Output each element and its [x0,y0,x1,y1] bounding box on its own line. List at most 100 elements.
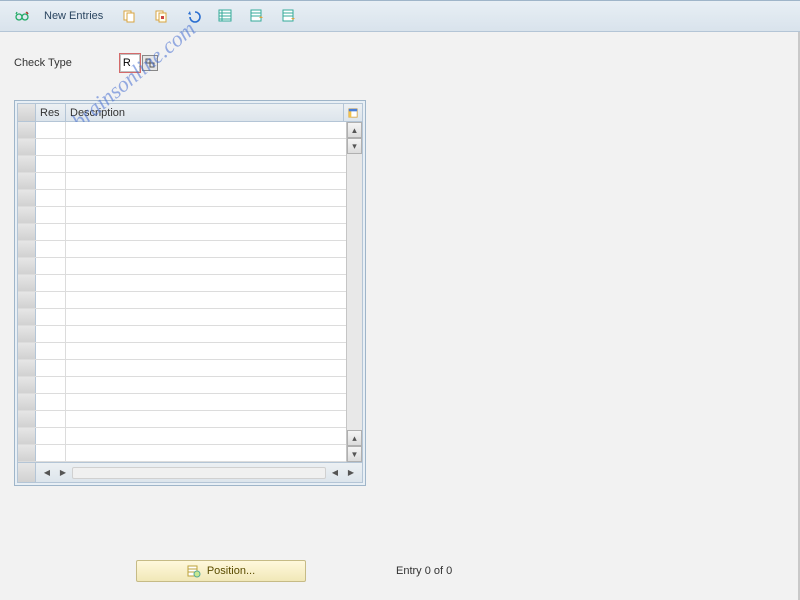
select-block-button[interactable] [277,5,301,27]
row-selector[interactable] [18,292,36,308]
table-row [18,292,346,309]
cell-description[interactable] [66,275,346,291]
cell-description[interactable] [66,394,346,410]
table-control: Res Description ▲ ▾ ▴ ▼ ◀ [14,100,366,486]
scroll-down-step-button[interactable]: ▴ [347,430,362,446]
position-button[interactable]: Position... [136,560,306,582]
column-description[interactable]: Description [66,104,344,121]
cell-description[interactable] [66,190,346,206]
row-selector[interactable] [18,241,36,257]
row-selector[interactable] [18,326,36,342]
copy-button[interactable] [117,5,141,27]
row-selector[interactable] [18,377,36,393]
cell-res[interactable] [36,309,66,325]
cell-res[interactable] [36,292,66,308]
cell-description[interactable] [66,326,346,342]
cell-description[interactable] [66,258,346,274]
copy-icon [121,8,137,24]
cell-description[interactable] [66,377,346,393]
hscroll-track[interactable] [72,467,326,479]
cell-res[interactable] [36,156,66,172]
row-selector[interactable] [18,122,36,138]
undo-button[interactable] [181,5,205,27]
cell-res[interactable] [36,445,66,461]
cell-res[interactable] [36,139,66,155]
row-selector[interactable] [18,343,36,359]
row-selector[interactable] [18,190,36,206]
cell-res[interactable] [36,207,66,223]
cell-description[interactable] [66,343,346,359]
content-area: sapbrainsonline.com Check Type Res Descr… [0,32,800,600]
cell-description[interactable] [66,309,346,325]
cell-res[interactable] [36,224,66,240]
row-selector[interactable] [18,428,36,444]
cell-description[interactable] [66,292,346,308]
deselect-all-button[interactable] [245,5,269,27]
scroll-up-button[interactable]: ▲ [347,122,362,138]
table-row [18,190,346,207]
cell-res[interactable] [36,258,66,274]
table-settings-button[interactable] [344,104,362,121]
new-entries-button[interactable]: New Entries [44,10,103,22]
position-icon [187,564,201,578]
cell-res[interactable] [36,377,66,393]
row-selector[interactable] [18,360,36,376]
row-selector[interactable] [18,394,36,410]
cell-res[interactable] [36,275,66,291]
table-row [18,173,346,190]
cell-description[interactable] [66,173,346,189]
scroll-left-step-button[interactable]: ▶ [56,466,70,480]
row-selector[interactable] [18,173,36,189]
horizontal-scrollbar[interactable]: ◀ ▶ ◀ ▶ [36,466,362,480]
scroll-right-button[interactable]: ▶ [344,466,358,480]
table-row [18,428,346,445]
cell-res[interactable] [36,122,66,138]
check-type-f4-button[interactable] [142,55,158,71]
cell-res[interactable] [36,411,66,427]
cell-description[interactable] [66,445,346,461]
cell-description[interactable] [66,360,346,376]
scroll-up-step-button[interactable]: ▾ [347,138,362,154]
row-selector[interactable] [18,139,36,155]
scroll-right-step-button[interactable]: ◀ [328,466,342,480]
bottom-bar: Position... Entry 0 of 0 [10,560,452,582]
row-selector[interactable] [18,411,36,427]
row-selector[interactable] [18,156,36,172]
column-res[interactable]: Res [36,104,66,121]
cell-description[interactable] [66,122,346,138]
row-selector[interactable] [18,275,36,291]
cell-description[interactable] [66,411,346,427]
cell-res[interactable] [36,360,66,376]
scroll-left-button[interactable]: ◀ [40,466,54,480]
table-row [18,224,346,241]
scroll-track[interactable] [347,154,362,430]
cell-res[interactable] [36,394,66,410]
select-all-button[interactable] [213,5,237,27]
cell-description[interactable] [66,241,346,257]
cell-description[interactable] [66,139,346,155]
row-selector[interactable] [18,445,36,461]
table-row [18,394,346,411]
scroll-down-button[interactable]: ▼ [347,446,362,462]
table-export-icon [249,8,265,24]
check-type-input-group [120,54,158,72]
row-selector[interactable] [18,207,36,223]
cell-description[interactable] [66,428,346,444]
cell-res[interactable] [36,241,66,257]
cell-description[interactable] [66,156,346,172]
cell-res[interactable] [36,428,66,444]
cell-res[interactable] [36,326,66,342]
cell-description[interactable] [66,224,346,240]
row-selector[interactable] [18,224,36,240]
cell-res[interactable] [36,190,66,206]
select-all-header[interactable] [18,104,36,121]
vertical-scrollbar[interactable]: ▲ ▾ ▴ ▼ [346,122,362,462]
copy-as-button[interactable] [149,5,173,27]
cell-description[interactable] [66,207,346,223]
cell-res[interactable] [36,343,66,359]
row-selector[interactable] [18,309,36,325]
row-selector[interactable] [18,258,36,274]
toggle-view-button[interactable] [10,5,34,27]
cell-res[interactable] [36,173,66,189]
check-type-input[interactable] [120,54,140,72]
